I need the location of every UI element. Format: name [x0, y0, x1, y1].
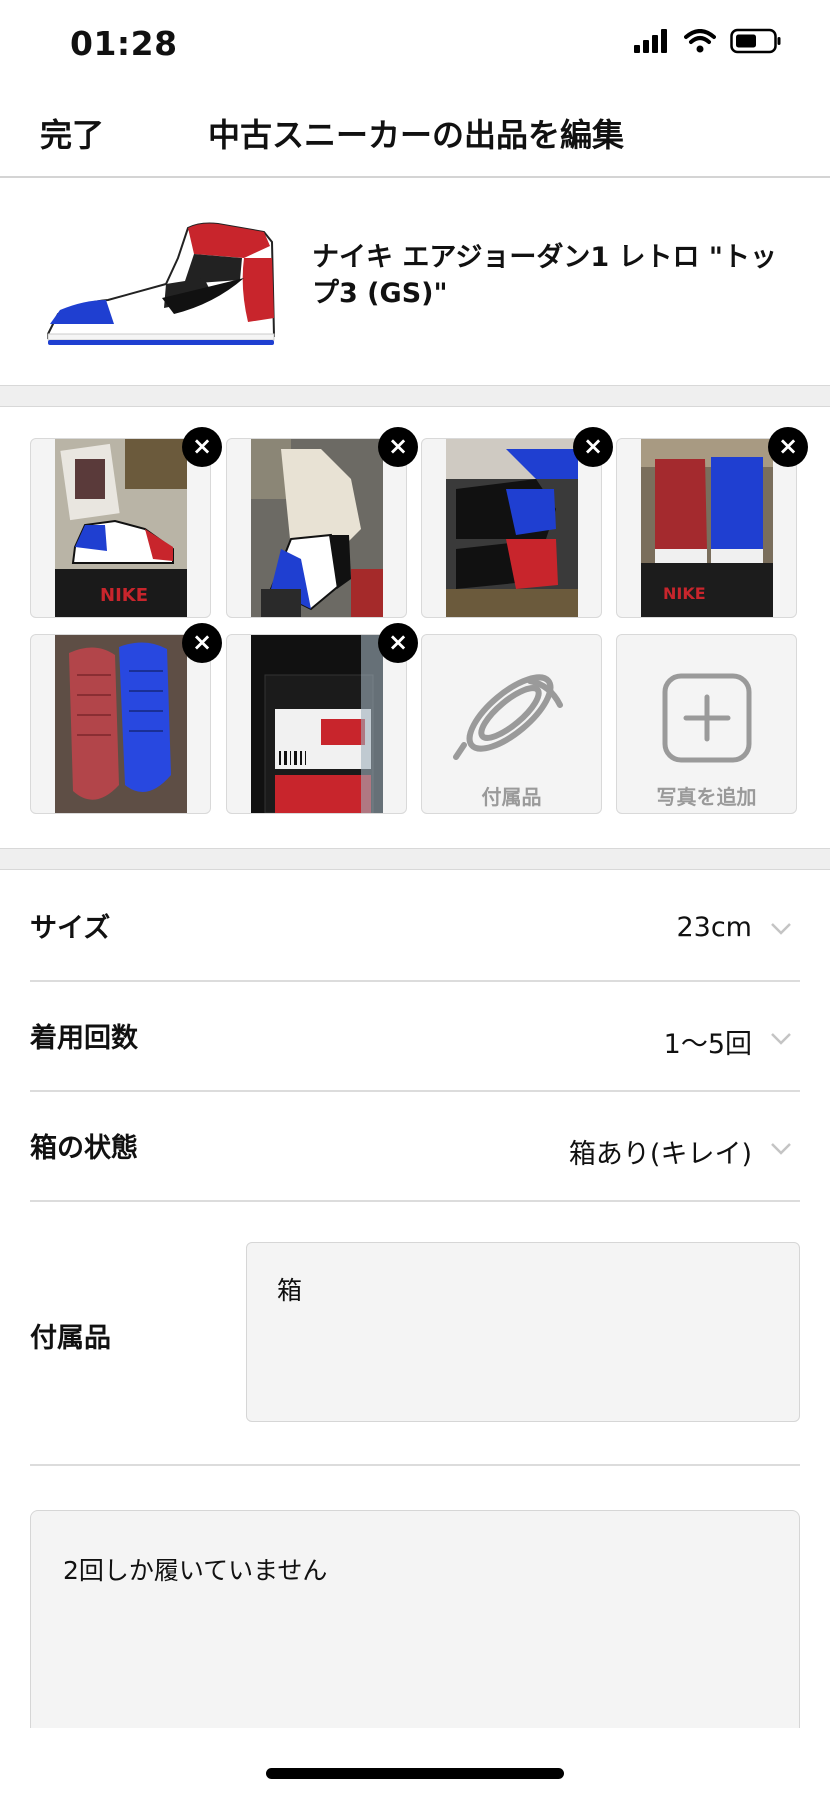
battery-icon: [730, 28, 781, 54]
box-condition-value: 箱あり(キレイ): [568, 1139, 752, 1170]
remove-photo-button[interactable]: ×: [573, 427, 613, 467]
box-condition-label: 箱の状態: [30, 1133, 138, 1164]
sneaker-photo: [251, 635, 383, 813]
remove-photo-button[interactable]: ×: [768, 427, 808, 467]
shoelace-icon: [453, 674, 563, 760]
remove-photo-button[interactable]: ×: [182, 427, 222, 467]
svg-text:NIKE: NIKE: [100, 585, 148, 606]
plus-icon: [662, 673, 752, 763]
status-icons: [634, 28, 782, 54]
photo-grid: NIKE × × × NIKE × × × 付属品 写真を追加: [0, 408, 830, 848]
add-photo-label: 写真を追加: [656, 785, 757, 809]
section-divider: [0, 848, 830, 870]
photo-tile[interactable]: NIKE ×: [616, 427, 808, 618]
accessories-value: 箱: [277, 1276, 303, 1305]
page-title: 中古スニーカーの出品を編集: [208, 116, 625, 154]
status-bar: 01:28: [0, 0, 830, 90]
sneaker-thumbnail: [47, 222, 276, 345]
size-label: サイズ: [30, 913, 111, 944]
remove-photo-button[interactable]: ×: [378, 427, 418, 467]
wear-count-label: 着用回数: [30, 1023, 138, 1054]
section-divider: [0, 385, 830, 407]
product-name: ナイキ エアジョーダン1 レトロ "トップ3 (GS)": [312, 242, 777, 309]
accessories-photo-button[interactable]: 付属品: [421, 634, 602, 814]
box-condition-row[interactable]: 箱の状態 箱あり(キレイ): [30, 1092, 800, 1202]
photo-tile[interactable]: ×: [421, 427, 613, 618]
home-indicator: [266, 1768, 564, 1779]
photo-tile[interactable]: ×: [30, 623, 222, 814]
wear-count-row[interactable]: 着用回数 1〜5回: [30, 982, 800, 1092]
description-value: 2回しか履いていません: [63, 1556, 328, 1585]
chevron-down-icon: [771, 1033, 791, 1045]
sneaker-photo: NIKE: [641, 439, 773, 617]
accessories-row: 付属品 箱: [30, 1202, 800, 1466]
sneaker-photo: [55, 635, 187, 813]
photo-tile[interactable]: ×: [226, 623, 418, 814]
sneaker-photo: NIKE: [55, 439, 187, 617]
add-photo-button[interactable]: 写真を追加: [616, 634, 797, 814]
size-row[interactable]: サイズ 23cm: [30, 870, 800, 982]
remove-photo-button[interactable]: ×: [378, 623, 418, 663]
remove-photo-button[interactable]: ×: [182, 623, 222, 663]
accessories-tile-label: 付属品: [481, 785, 542, 809]
chevron-down-icon: [771, 1143, 791, 1155]
signal-icon: [634, 29, 667, 53]
sneaker-photo: [446, 439, 578, 617]
description-field[interactable]: 2回しか履いていません: [30, 1510, 800, 1740]
bottom-safe-area: [0, 1728, 830, 1796]
wear-count-value: 1〜5回: [663, 1029, 752, 1060]
nav-bar: 完了 中古スニーカーの出品を編集: [0, 90, 830, 178]
size-value: 23cm: [676, 912, 752, 943]
accessories-field[interactable]: 箱: [246, 1242, 800, 1422]
accessories-label: 付属品: [30, 1323, 111, 1354]
chevron-down-icon: [771, 923, 791, 935]
done-button[interactable]: 完了: [40, 110, 104, 156]
photo-tile[interactable]: NIKE ×: [30, 427, 222, 618]
photo-tile[interactable]: ×: [226, 427, 418, 618]
svg-text:NIKE: NIKE: [663, 584, 706, 603]
status-time: 01:28: [70, 24, 178, 63]
wifi-icon: [684, 29, 716, 53]
sneaker-photo: [251, 439, 383, 617]
product-header: ナイキ エアジョーダン1 レトロ "トップ3 (GS)": [0, 178, 830, 384]
